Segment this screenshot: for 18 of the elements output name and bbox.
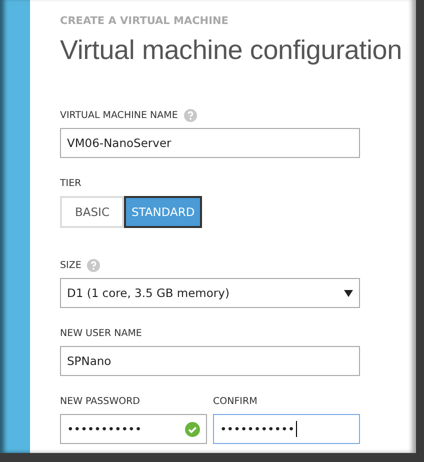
tier-button[interactable]: BASIC (60, 196, 124, 228)
page-heading: CREATE A VIRTUAL MACHINE (60, 15, 230, 27)
field-label: VIRTUAL MACHINE NAME (60, 110, 178, 120)
field-label: SIZE (60, 260, 82, 270)
caret-icon (344, 290, 353, 296)
check-icon (185, 422, 200, 436)
field-label: TIER (60, 178, 82, 188)
size-dropdown[interactable]: D1 (1 core, 3.5 GB memory) (60, 278, 360, 308)
field-label: CONFIRM (213, 396, 258, 406)
user-name-field[interactable]: SPNano (60, 346, 360, 376)
field-label: NEW PASSWORD (60, 396, 140, 406)
field-label: NEW USER NAME (60, 328, 142, 338)
name-field[interactable]: VM06-NanoServer (60, 128, 360, 158)
password-field[interactable]: ••••••••••• (60, 414, 207, 444)
help-icon[interactable] (87, 258, 100, 272)
page-title: Virtual machine configuration (60, 35, 403, 66)
password-field[interactable]: ••••••••••• (213, 414, 360, 444)
help-icon[interactable] (184, 108, 197, 122)
